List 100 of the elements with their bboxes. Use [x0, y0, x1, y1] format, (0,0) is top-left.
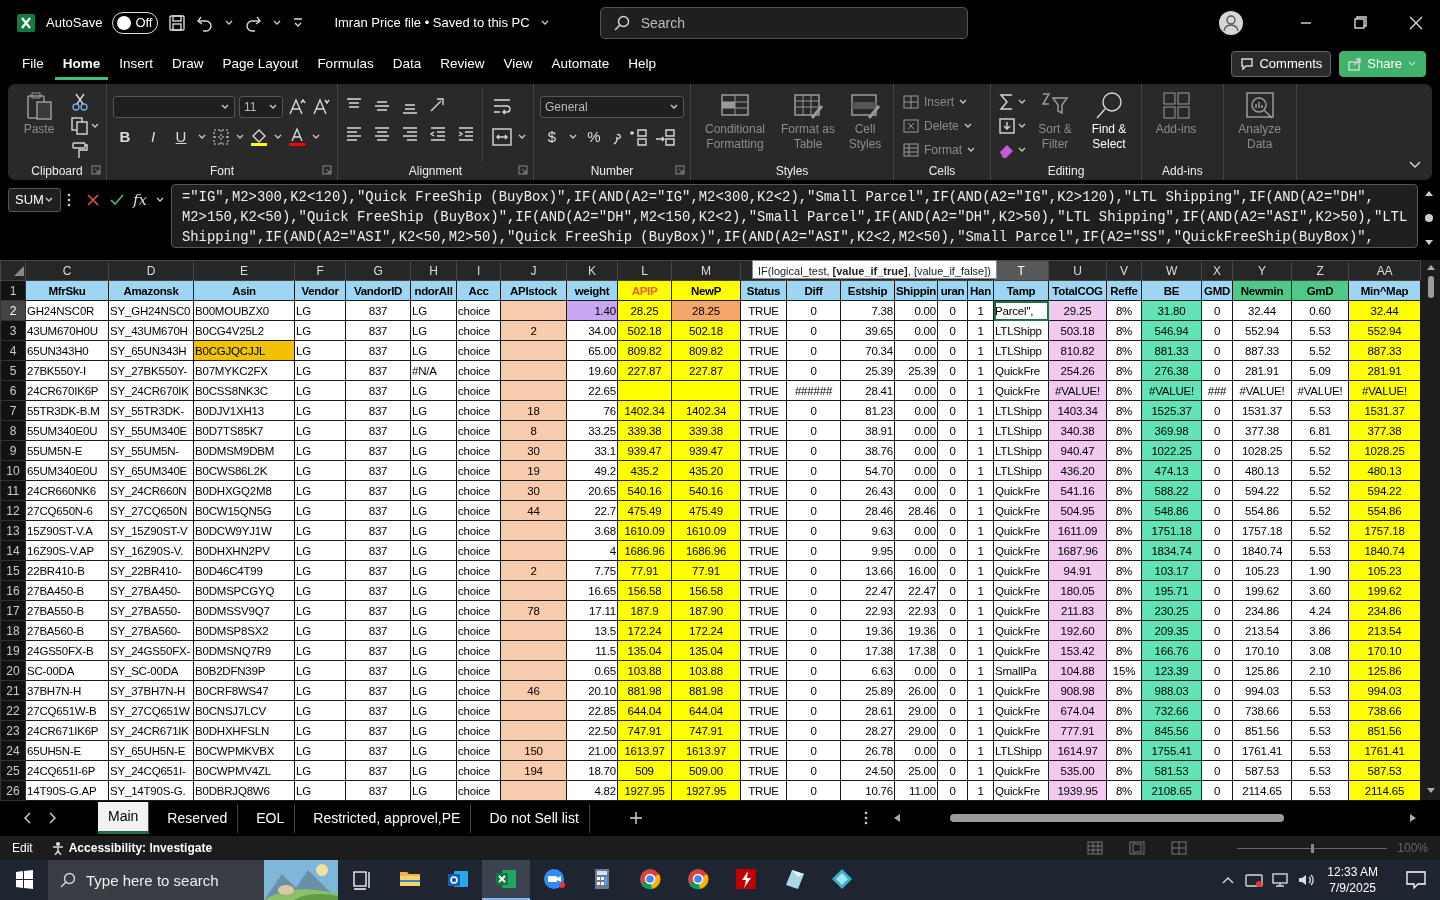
accessibility-icon[interactable]: [50, 841, 65, 855]
row-number[interactable]: 24: [0, 740, 26, 761]
find-select-button[interactable]: Find & Select: [1083, 88, 1135, 162]
row-number[interactable]: 22: [0, 700, 26, 721]
column-letter[interactable]: K: [566, 260, 618, 281]
comments-button[interactable]: Comments: [1231, 51, 1332, 77]
taskbar-search-field[interactable]: Type here to search: [48, 860, 264, 900]
save-icon[interactable]: [168, 14, 187, 32]
ribbon-tab[interactable]: Help: [620, 47, 665, 81]
ribbon-tab[interactable]: Home: [54, 47, 109, 81]
align-left-icon[interactable]: [344, 124, 364, 144]
ribbon-tab[interactable]: Page Layout: [214, 47, 307, 81]
ribbon-tab[interactable]: Review: [432, 47, 493, 81]
currency-button[interactable]: $: [540, 126, 564, 149]
page-layout-icon[interactable]: [1129, 841, 1146, 855]
accessibility-status[interactable]: Accessibility: Investigate: [68, 839, 213, 857]
select-all-corner[interactable]: [0, 260, 26, 281]
row-number[interactable]: 20: [0, 660, 26, 681]
row-number[interactable]: 17: [0, 600, 26, 621]
sheet-tab[interactable]: Restricted, approvel,PE: [303, 803, 472, 833]
undo-icon[interactable]: [196, 14, 215, 32]
zoom-slider[interactable]: [1237, 842, 1388, 854]
row-number[interactable]: 5: [0, 360, 26, 381]
merge-cells-icon[interactable]: [491, 126, 513, 148]
document-title[interactable]: Imran Price file • Saved to this PC: [334, 13, 530, 33]
column-letter[interactable]: T: [993, 260, 1049, 281]
sheet-tab[interactable]: EOL: [246, 803, 296, 833]
row-number[interactable]: 10: [0, 460, 26, 481]
card-icon[interactable]: [1245, 872, 1264, 888]
italic-button[interactable]: I: [141, 126, 165, 149]
column-letter[interactable]: M: [671, 260, 741, 281]
row-number[interactable]: 7: [0, 400, 26, 421]
font-size-field[interactable]: 11: [239, 96, 283, 118]
slider-thumb[interactable]: [1310, 844, 1314, 853]
brush-icon[interactable]: [70, 140, 90, 160]
underline-button[interactable]: U: [169, 126, 193, 149]
row-number[interactable]: 6: [0, 380, 26, 401]
cut-icon[interactable]: [70, 92, 90, 112]
borders-icon[interactable]: [211, 127, 231, 148]
network-icon[interactable]: [1271, 872, 1290, 888]
avatar-icon[interactable]: [1218, 10, 1244, 36]
row-number[interactable]: 23: [0, 720, 26, 741]
row-number[interactable]: 2: [0, 300, 26, 321]
launcher-icon[interactable]: [322, 165, 332, 175]
column-letter[interactable]: H: [410, 260, 457, 281]
row-number[interactable]: 11: [0, 480, 26, 501]
increase-indent-icon[interactable]: [456, 124, 476, 144]
launcher-icon[interactable]: [91, 165, 101, 175]
column-letter[interactable]: Y: [1232, 260, 1292, 281]
ribbon-tab[interactable]: Formulas: [309, 47, 382, 81]
column-letter[interactable]: F: [294, 260, 346, 281]
copy-icon[interactable]: [70, 116, 90, 136]
column-letter[interactable]: Z: [1291, 260, 1349, 281]
row-number[interactable]: 4: [0, 340, 26, 361]
row-number[interactable]: 26: [0, 780, 26, 801]
fill-down-icon[interactable]: [997, 116, 1017, 136]
add-sheet-icon[interactable]: [627, 810, 644, 826]
row-number[interactable]: 8: [0, 420, 26, 441]
clock-date[interactable]: 7/9/2025: [1327, 880, 1378, 896]
bold-button[interactable]: B: [113, 126, 137, 149]
row-number[interactable]: 13: [0, 520, 26, 541]
normal-view-icon[interactable]: [1087, 841, 1104, 855]
row-number[interactable]: 12: [0, 500, 26, 521]
more-icon[interactable]: [66, 193, 71, 207]
column-letter[interactable]: U: [1048, 260, 1107, 281]
font-color-icon[interactable]: [287, 127, 307, 148]
row-number[interactable]: 25: [0, 760, 26, 781]
insert-function-button[interactable]: fx: [132, 188, 147, 212]
row-number[interactable]: 3: [0, 320, 26, 341]
column-letter[interactable]: J: [500, 260, 567, 281]
ribbon-tab[interactable]: Draw: [164, 47, 212, 81]
ribbon-tab[interactable]: Automate: [543, 47, 618, 81]
search-field[interactable]: Search: [599, 7, 968, 39]
row-number[interactable]: 18: [0, 620, 26, 641]
column-letter[interactable]: V: [1106, 260, 1142, 281]
speaker-icon[interactable]: [1297, 872, 1316, 888]
shrink-font-icon[interactable]: [311, 97, 331, 117]
row-number[interactable]: 16: [0, 580, 26, 601]
row-number[interactable]: 15: [0, 560, 26, 581]
column-letter[interactable]: AA: [1348, 260, 1421, 281]
more-icon[interactable]: [864, 811, 868, 825]
name-box[interactable]: SUM: [8, 188, 61, 212]
sheet-tab[interactable]: Reserved: [157, 803, 239, 833]
column-letter[interactable]: I: [456, 260, 501, 281]
enter-icon[interactable]: [108, 192, 125, 208]
column-letter[interactable]: C: [25, 260, 109, 281]
font-name-field[interactable]: [113, 96, 235, 118]
column-letter[interactable]: L: [617, 260, 672, 281]
formula-field[interactable]: ="IG",M2>300,K2<120),"Quick FreeShip (BuyBox)",IF(AND(A2="IG",M2<300,K2<2),"Small Parcel",IF(AND(A2="IG",K2>120),"LTL Shipping",IF(AND(A2="DH", M2>150,K2<50),"Quick FreeShip (BuyBox)",IF(AND(A2="DH",M2<150,K2<2),"Small Parcel",IF(AND(A2="DH",K2>50),"LTL Shipping",IF(AND(A2="ASI",K2>50),"LTL Shipping",IF(AND(A2="ASI",K2<50,M2>50),"Quick FreeShip (BuyBox)",IF(AND(A2="ASI",K2<2,M2<50),"Small Parcel",IF(A2="SS","QuickFreeShip(BuyBox)",: [170, 184, 1419, 248]
redo-icon[interactable]: [244, 14, 263, 32]
sheet-tab[interactable]: Main: [98, 802, 150, 834]
row-number[interactable]: 19: [0, 640, 26, 661]
decrease-decimal-icon[interactable]: [654, 127, 676, 148]
clock-time[interactable]: 12:33 AM: [1327, 864, 1378, 880]
number-format-field[interactable]: General: [540, 96, 684, 118]
ribbon-tab[interactable]: Data: [384, 47, 430, 81]
increase-decimal-icon[interactable]: [628, 127, 650, 148]
launcher-icon[interactable]: [518, 165, 528, 175]
decrease-indent-icon[interactable]: [428, 124, 448, 144]
row-number[interactable]: 9: [0, 440, 26, 461]
